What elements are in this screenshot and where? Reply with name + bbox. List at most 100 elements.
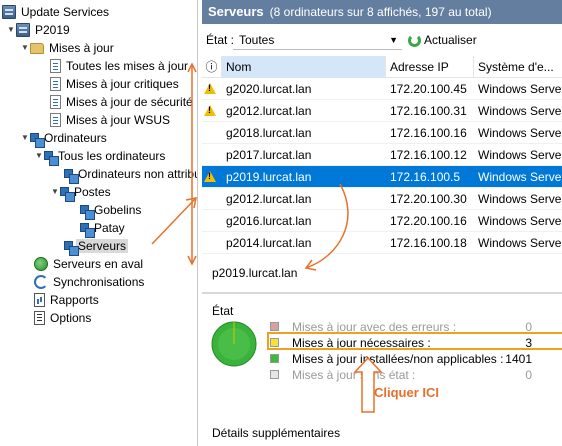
column-header-os[interactable]: Système d'e... — [474, 56, 562, 78]
tree-label: Mises à jour critiques — [66, 76, 179, 91]
tree-label: Synchronisations — [53, 274, 145, 289]
status-filter-value: Toutes — [239, 33, 275, 47]
status-color-swatch — [270, 370, 279, 379]
tree-node-wsus-updates[interactable]: Mises à jour WSUS — [50, 110, 172, 128]
click-here-annotation: Cliquer ICI — [374, 385, 440, 400]
tree-label: Rapports — [50, 292, 99, 307]
status-count: 1401 — [505, 352, 532, 366]
chevron-down-icon[interactable]: ▼ — [20, 129, 30, 147]
report-icon — [34, 292, 45, 307]
cell-os: Windows Server 2016 — [478, 148, 562, 162]
cell-name: p2019.lurcat.lan — [226, 170, 312, 184]
more-details-label[interactable]: Détails supplémentaires — [212, 426, 340, 440]
status-row[interactable]: Mises à jour installées/non applicables … — [270, 352, 540, 366]
tree-node-reports[interactable]: Rapports — [34, 290, 101, 308]
tree-node-critical-updates[interactable]: Mises à jour critiques — [50, 74, 181, 92]
cell-name: p2014.lurcat.lan — [226, 236, 312, 250]
servers-panel: Serveurs (8 ordinateurs sur 8 affichés, 1… — [202, 0, 562, 446]
chevron-down-icon[interactable]: ▼ — [34, 147, 44, 165]
tree-label: Serveurs en aval — [53, 256, 144, 271]
warning-icon — [204, 171, 216, 182]
table-row[interactable]: g2012.lurcat.lan 172.20.100.30 Windows Ser… — [202, 188, 562, 210]
tree-label: Update Services — [21, 4, 110, 19]
tree-node-downstream-servers[interactable]: Serveurs en aval — [34, 254, 145, 272]
cell-name: p2017.lurcat.lan — [226, 148, 312, 162]
status-filter-label: État : — [206, 33, 235, 47]
tree-node-computers[interactable]: ▼ Ordinateurs — [20, 128, 109, 149]
table-row[interactable]: g2020.lurcat.lan 172.20.100.45 Windows Ser… — [202, 78, 562, 100]
updates-doc-icon — [50, 112, 61, 127]
status-filter-select[interactable]: Toutes ▼ — [233, 30, 402, 50]
downstream-server-icon — [34, 256, 48, 271]
chevron-down-icon[interactable]: ▼ — [20, 39, 30, 57]
chevron-down-icon[interactable]: ▼ — [6, 21, 16, 39]
computers-table: ⓘ Nom Adresse IP Système d'e... g2020.lu… — [202, 56, 562, 254]
tree-label: Options — [50, 310, 92, 325]
tree-label: Ordinateurs — [44, 130, 107, 145]
tree-label: Gobelins — [94, 202, 142, 217]
splitter[interactable] — [202, 292, 562, 294]
computers-icon — [64, 241, 79, 257]
tree-label: Mises à jour WSUS — [66, 112, 171, 127]
dropdown-arrow-icon[interactable]: ▼ — [389, 30, 398, 50]
computers-icon — [64, 169, 79, 185]
tree-node-servers[interactable]: Serveurs — [64, 236, 129, 257]
computers-icon — [44, 151, 59, 167]
table-row[interactable]: p2017.lurcat.lan 172.16.100.12 Windows Ser… — [202, 144, 562, 166]
cell-ip: 172.20.100.30 — [390, 192, 467, 206]
status-count: 0 — [525, 368, 532, 382]
tree-label: P2019 — [35, 22, 70, 37]
status-label: Mises à jour nécessaires : — [292, 336, 431, 350]
cell-ip: 172.20.100.16 — [390, 214, 467, 228]
computers-icon — [60, 187, 75, 203]
status-pie-chart — [211, 321, 257, 367]
folder-icon — [30, 43, 44, 55]
status-row[interactable]: Mises à jour avec des erreurs : 0 — [270, 320, 540, 334]
status-row[interactable]: Mises à jour nécessaires : 3 — [270, 336, 540, 350]
computers-icon — [30, 133, 45, 149]
column-header-ip[interactable]: Adresse IP — [386, 56, 474, 78]
tree-node-options[interactable]: Options — [34, 308, 93, 326]
tree-node-workstations[interactable]: ▼ Postes — [50, 182, 113, 203]
computers-icon — [80, 223, 95, 239]
cell-os: Windows Server 2012 R2 — [478, 236, 562, 250]
tree-label: Tous les ordinateurs — [58, 148, 166, 163]
status-color-swatch — [270, 354, 279, 363]
status-row[interactable]: Mises à jour sans état : 0 — [270, 368, 540, 382]
refresh-button[interactable]: Actualiser — [408, 28, 477, 52]
chevron-down-icon[interactable]: ▼ — [50, 183, 60, 201]
status-summary: État Mises à jour avec des erreurs :0 Mis… — [202, 298, 562, 446]
status-count: 0 — [525, 320, 532, 334]
updates-doc-icon — [50, 76, 61, 91]
tree-node-unassigned-computers[interactable]: Ordinateurs non attribués — [64, 164, 197, 185]
table-row[interactable]: g2018.lurcat.lan 172.16.100.16 Windows Ser… — [202, 122, 562, 144]
table-row[interactable]: g2016.lurcat.lan 172.20.100.16 Windows Ser… — [202, 210, 562, 232]
filter-toolbar: État : Toutes ▼ Actualiser — [202, 28, 562, 52]
tree-label: Ordinateurs non attribués — [78, 166, 197, 181]
tree-node-updates[interactable]: ▼ Mises à jour — [20, 38, 116, 56]
tree-node-all-computers[interactable]: ▼ Tous les ordinateurs — [34, 146, 167, 167]
cell-name: g2016.lurcat.lan — [226, 214, 312, 228]
panel-header: Serveurs (8 ordinateurs sur 8 affichés, 1… — [202, 0, 562, 24]
tree-node-patay[interactable]: Patay — [80, 218, 127, 239]
panel-subtitle: (8 ordinateurs sur 8 affichés, 197 au to… — [269, 5, 492, 19]
cell-name: g2020.lurcat.lan — [226, 82, 312, 96]
column-header-name[interactable]: Nom — [222, 56, 386, 78]
status-label: Mises à jour sans état : — [292, 368, 416, 382]
tree-node-server[interactable]: ▼ P2019 — [6, 20, 72, 38]
cell-name: g2012.lurcat.lan — [226, 192, 312, 206]
table-row[interactable]: g2012.lurcat.lan 172.16.100.31 Windows Ser… — [202, 100, 562, 122]
cell-os: Windows Server 2016 — [478, 126, 562, 140]
cell-name: g2012.lurcat.lan — [226, 104, 312, 118]
cell-os: Windows Server 2019 — [478, 170, 562, 184]
table-row[interactable]: p2019.lurcat.lan 172.16.100.5 Windows Serv… — [202, 166, 562, 188]
tree-node-all-updates[interactable]: Toutes les mises à jour — [50, 56, 190, 74]
tree-node-security-updates[interactable]: Mises à jour de sécurité — [50, 92, 195, 110]
tree-node-synchronizations[interactable]: Synchronisations — [34, 272, 146, 290]
table-row[interactable]: p2014.lurcat.lan 172.16.100.18 Windows Ser… — [202, 232, 562, 254]
tree-node-update-services[interactable]: Update Services — [2, 2, 111, 20]
info-icon[interactable]: ⓘ — [202, 56, 222, 78]
updates-doc-icon — [50, 94, 61, 109]
cell-ip: 172.16.100.12 — [390, 148, 467, 162]
tree-node-gobelins[interactable]: Gobelins — [80, 200, 143, 221]
